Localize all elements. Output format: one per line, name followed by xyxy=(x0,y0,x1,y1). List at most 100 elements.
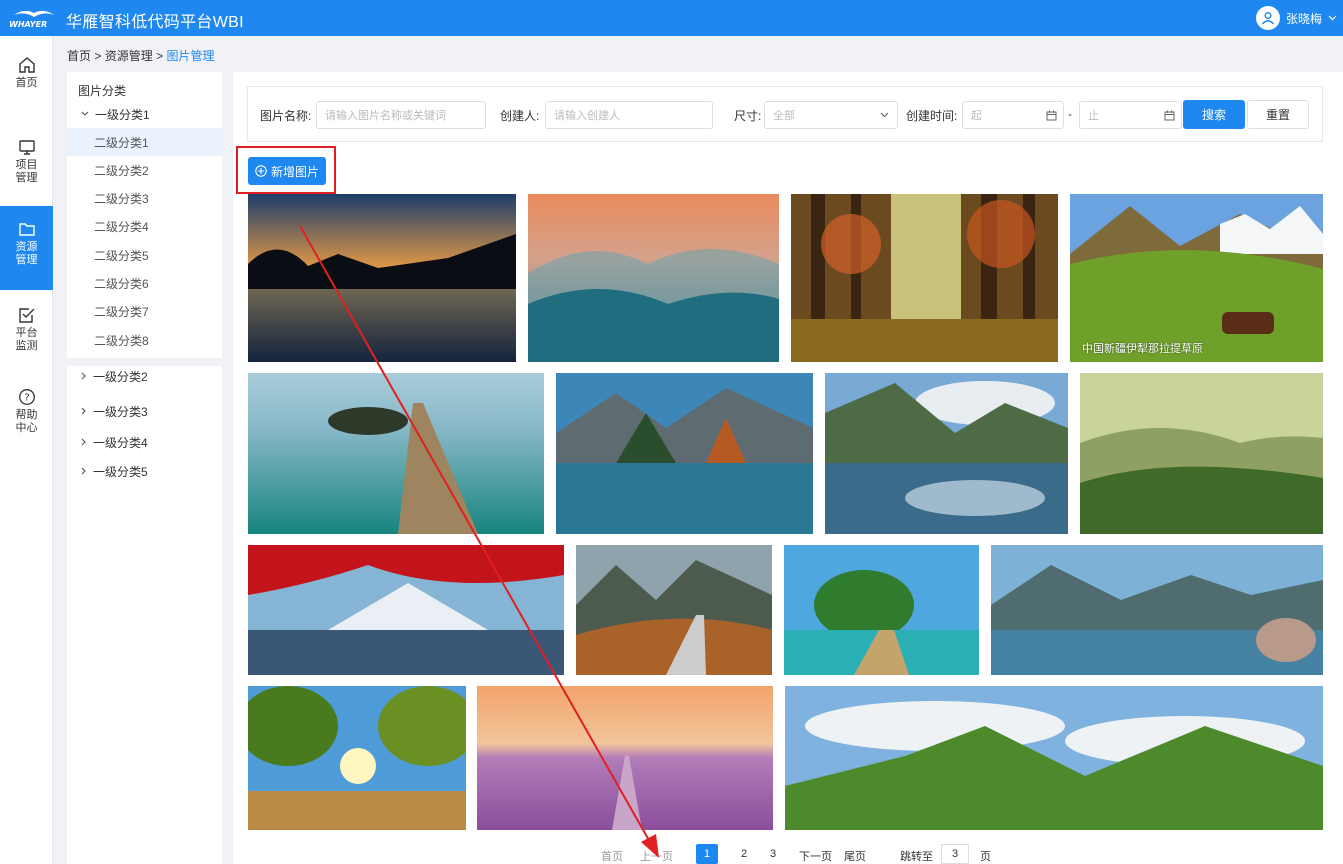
chevron-down-icon xyxy=(880,112,889,118)
name-label: 图片名称: xyxy=(260,109,312,123)
name-input[interactable]: 请输入图片名称或关键词 xyxy=(316,101,486,129)
user-icon xyxy=(1261,12,1275,25)
checklist-icon xyxy=(18,308,34,323)
user-menu[interactable]: 张晓梅 xyxy=(1255,5,1337,31)
tree-group-2[interactable]: 一级分类2 xyxy=(67,362,222,390)
photo-nalati-grassland[interactable]: 中国新疆伊犁那拉提草原 xyxy=(1070,194,1323,362)
pager-last[interactable]: 尾页 xyxy=(844,848,866,864)
top-bar: WHAYER 华雁智科低代码平台WBI 张晓梅 xyxy=(0,0,1343,36)
nav-label: 首页 xyxy=(15,77,38,89)
tree-group-label: 一级分类4 xyxy=(93,435,148,450)
monitor-icon xyxy=(18,140,35,155)
chevron-down-icon xyxy=(81,111,89,116)
photo-alpine-lake[interactable] xyxy=(556,373,813,534)
calendar-icon xyxy=(1164,110,1175,120)
filter-bar: 图片名称: 请输入图片名称或关键词 创建人: 请输入创建人 尺寸: 全部 创建时… xyxy=(247,86,1323,142)
pager-prev[interactable]: 上一页 xyxy=(640,848,673,864)
tree-title: 图片分类 xyxy=(78,84,127,98)
photo-mountain-reflection[interactable] xyxy=(825,373,1068,534)
photo-mount-fuji[interactable] xyxy=(248,545,564,675)
add-image-button[interactable]: 新增图片 xyxy=(248,157,326,185)
pager-page-3[interactable]: 3 xyxy=(770,848,776,860)
nav-label: 平台 监测 xyxy=(15,327,38,352)
photo-sunset-lake[interactable] xyxy=(248,194,516,362)
plus-circle-icon xyxy=(255,165,267,177)
start-date-input[interactable]: 起 xyxy=(962,101,1064,129)
left-nav: 首页 项目 管理 资源 管理 平台 监测 ? 帮助 中心 xyxy=(0,36,53,864)
creator-input[interactable]: 请输入创建人 xyxy=(545,101,713,129)
photo-valley-road[interactable] xyxy=(576,545,772,675)
tree-child-7[interactable]: 二级分类7 xyxy=(67,297,222,325)
chevron-right-icon xyxy=(81,372,86,380)
tree-child-4[interactable]: 二级分类4 xyxy=(67,212,222,240)
tree-child-5[interactable]: 二级分类5 xyxy=(67,241,222,269)
nav-item-monitor[interactable]: 平台 监测 xyxy=(0,306,53,362)
tree-child-8[interactable]: 二级分类8 xyxy=(67,326,222,354)
photo-lavender-field[interactable] xyxy=(477,686,773,830)
nav-item-project[interactable]: 项目 管理 xyxy=(0,138,53,194)
chevron-right-icon xyxy=(81,438,86,446)
chevron-down-icon xyxy=(1328,15,1337,21)
nav-label: 资源 管理 xyxy=(15,241,38,266)
breadcrumb-current: 图片管理 xyxy=(166,49,215,63)
photo-pier-island[interactable] xyxy=(248,373,544,534)
help-icon: ? xyxy=(18,389,35,405)
avatar xyxy=(1255,6,1280,30)
chevron-right-icon xyxy=(81,407,86,415)
user-name: 张晓梅 xyxy=(1285,11,1322,26)
tree-child-3[interactable]: 二级分类3 xyxy=(67,184,222,212)
svg-text:?: ? xyxy=(24,393,29,404)
pagination: 首页 上一页 1 2 3 下一页 尾页 跳转至 3 页 xyxy=(233,844,1343,864)
tree-group-label: 一级分类5 xyxy=(93,464,148,479)
add-image-label: 新增图片 xyxy=(270,164,319,179)
size-select[interactable]: 全部 xyxy=(764,101,898,129)
tree-group-label: 一级分类3 xyxy=(93,404,148,419)
time-label: 创建时间: xyxy=(906,109,958,123)
size-label: 尺寸: xyxy=(734,109,762,123)
folder-icon xyxy=(18,223,35,236)
photo-autumn-forest[interactable] xyxy=(791,194,1058,362)
photo-lake-deer[interactable] xyxy=(991,545,1323,675)
breadcrumb-sep: > xyxy=(94,49,102,63)
pager-page-unit: 页 xyxy=(980,851,991,863)
photo-caption: 中国新疆伊犁那拉提草原 xyxy=(1082,343,1203,355)
tree-group-4[interactable]: 一级分类4 xyxy=(67,428,222,456)
search-button[interactable]: 搜索 xyxy=(1183,100,1245,129)
creator-label: 创建人: xyxy=(500,109,540,123)
home-icon xyxy=(18,57,35,73)
reset-button[interactable]: 重置 xyxy=(1247,100,1309,129)
date-range-sep: - xyxy=(1068,107,1072,121)
breadcrumb-sep: > xyxy=(156,49,164,63)
chevron-right-icon xyxy=(81,467,86,475)
photo-green-ridge[interactable] xyxy=(785,686,1323,830)
tree-group-1[interactable]: 一级分类1 xyxy=(67,100,222,128)
category-tree: 图片分类 一级分类1 二级分类1 二级分类2 二级分类3 二级分类4 二级分类5… xyxy=(67,72,222,864)
photo-sunlit-trees[interactable] xyxy=(248,686,466,830)
tree-child-2[interactable]: 二级分类2 xyxy=(67,156,222,184)
main-panel: 图片名称: 请输入图片名称或关键词 创建人: 请输入创建人 尺寸: 全部 创建时… xyxy=(233,72,1343,864)
calendar-icon xyxy=(1046,110,1057,120)
pager-next[interactable]: 下一页 xyxy=(799,848,832,864)
logo-text: WHAYER xyxy=(9,20,47,29)
photo-green-hills[interactable] xyxy=(1080,373,1323,534)
tree-child-1[interactable]: 二级分类1 xyxy=(67,128,222,156)
photo-tropical-island[interactable] xyxy=(784,545,979,675)
pager-jump-label: 跳转至 xyxy=(900,851,933,863)
app-title: 华雁智科低代码平台WBI xyxy=(66,14,244,31)
pager-page-2[interactable]: 2 xyxy=(741,848,747,860)
nav-item-help[interactable]: ? 帮助 中心 xyxy=(0,388,53,444)
breadcrumb-home[interactable]: 首页 xyxy=(67,49,91,63)
nav-item-home[interactable]: 首页 xyxy=(0,56,53,106)
pager-first[interactable]: 首页 xyxy=(601,848,623,864)
tree-group-3[interactable]: 一级分类3 xyxy=(67,397,222,425)
pager-page-1[interactable]: 1 xyxy=(696,844,718,864)
photo-misty-mountains[interactable] xyxy=(528,194,779,362)
breadcrumb-parent[interactable]: 资源管理 xyxy=(105,49,153,63)
end-date-input[interactable]: 止 xyxy=(1079,101,1182,129)
nav-item-resource[interactable]: 资源 管理 xyxy=(0,206,53,290)
nav-label: 帮助 中心 xyxy=(15,409,38,434)
tree-group-5[interactable]: 一级分类5 xyxy=(67,457,222,485)
tree-child-6[interactable]: 二级分类6 xyxy=(67,269,222,297)
pager-jump-input[interactable]: 3 xyxy=(941,844,969,864)
breadcrumb: 首页 > 资源管理 > 图片管理 xyxy=(67,47,214,64)
